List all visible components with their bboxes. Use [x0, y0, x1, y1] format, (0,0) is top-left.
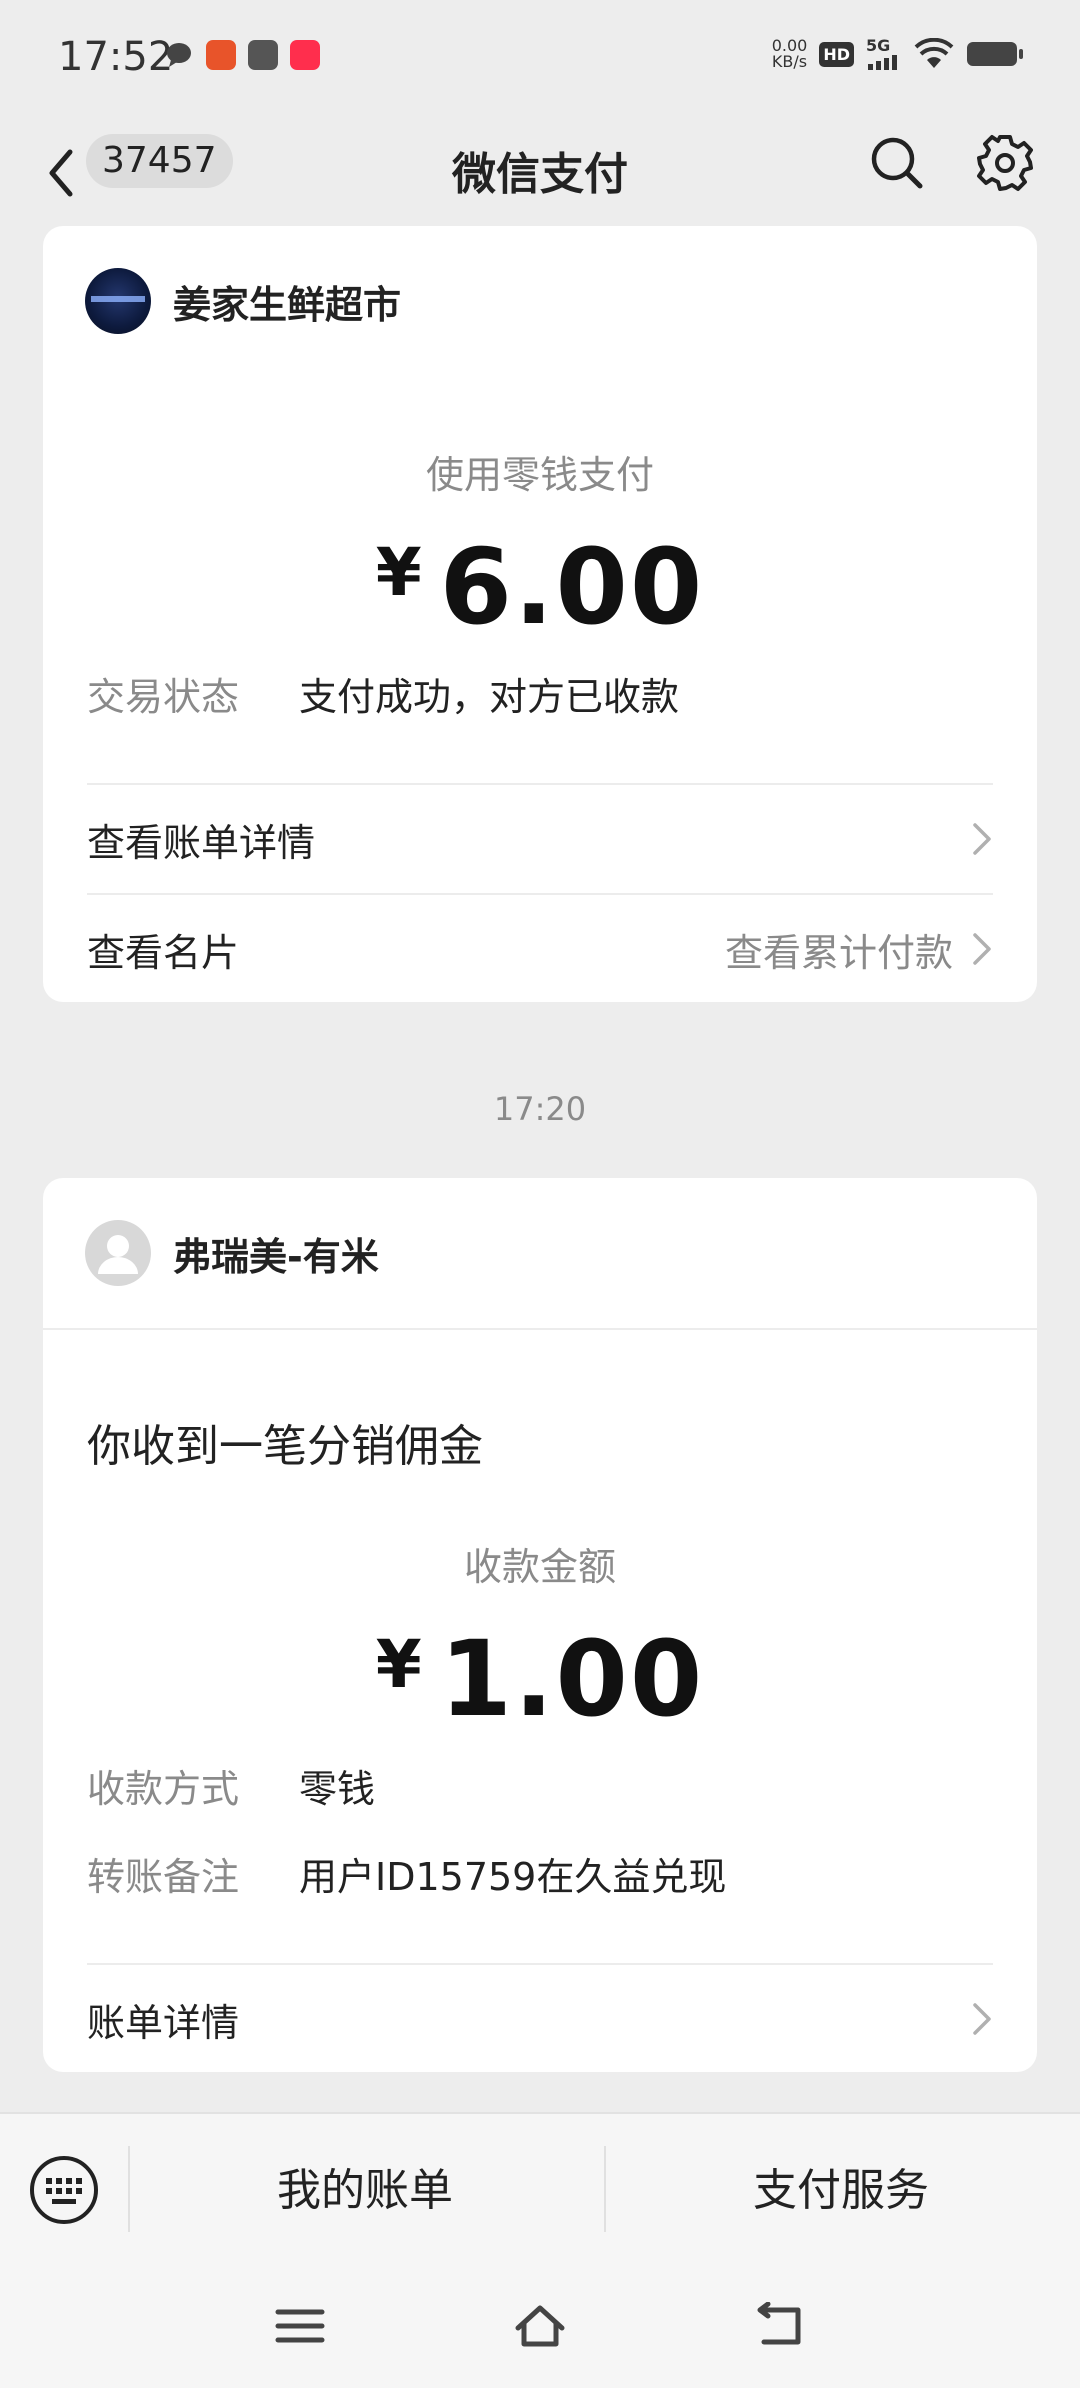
hd-badge: HD — [819, 41, 854, 67]
view-cumulative-label: 查看累计付款 — [724, 930, 953, 975]
commission-amount: ¥1.00 — [43, 1618, 1037, 1740]
system-navigation-bar — [0, 2262, 1080, 2388]
payment-card: 姜家生鲜超市 使用零钱支付 ¥6.00 交易状态 支付成功，对方已收款 查看账单… — [43, 226, 1037, 1002]
status-indicators: 0.00 KB/s HD 5G — [772, 38, 1024, 70]
signal-icon: 5G — [866, 38, 902, 70]
search-icon[interactable] — [866, 132, 926, 192]
view-card-label: 查看名片 — [87, 930, 240, 975]
divider — [43, 1328, 1037, 1330]
home-icon[interactable] — [514, 2302, 566, 2350]
sender-name: 弗瑞美-有米 — [173, 1234, 379, 1279]
view-bill-details-label: 查看账单详情 — [87, 820, 316, 865]
person-icon — [98, 1235, 138, 1274]
transfer-remark-value: 用户ID15759在久益兑现 — [299, 1855, 727, 1899]
keyboard-icon[interactable] — [28, 2154, 100, 2226]
amount-label: 收款金额 — [463, 1545, 616, 1589]
receive-method-value: 零钱 — [299, 1767, 376, 1811]
amount-value: 1.00 — [439, 1618, 705, 1740]
payment-method: 使用零钱支付 — [425, 453, 654, 497]
currency-symbol: ¥ — [375, 1626, 422, 1703]
gear-icon[interactable] — [974, 132, 1036, 194]
nav-bar: 37457 微信支付 — [0, 118, 1080, 228]
receive-method-row: 收款方式 零钱 — [87, 1758, 375, 1813]
merchant-header[interactable]: 姜家生鲜超市 — [85, 268, 401, 334]
pay-services-button[interactable]: 支付服务 — [606, 2154, 1076, 2218]
status-time: 17:52 — [58, 34, 174, 80]
transfer-remark-label: 转账备注 — [87, 1855, 240, 1899]
merchant-name: 姜家生鲜超市 — [173, 282, 402, 327]
status-value: 支付成功，对方已收款 — [299, 675, 680, 719]
status-label: 交易状态 — [87, 675, 240, 719]
bottom-menu-bar: 我的账单 支付服务 — [0, 2112, 1080, 2264]
notification-icons — [164, 40, 320, 70]
commission-notice: 你收到一笔分销佣金 — [87, 1421, 483, 1472]
sender-header[interactable]: 弗瑞美-有米 — [85, 1220, 379, 1286]
amount-value: 6.00 — [439, 526, 705, 648]
chevron-right-icon — [973, 933, 991, 965]
network-type: 5G — [866, 36, 891, 55]
chat-bubble-icon — [167, 43, 191, 67]
app-notification-icon — [248, 40, 278, 70]
view-cumulative-link[interactable]: 查看累计付款 — [725, 922, 993, 977]
view-card-row[interactable]: 查看名片 查看累计付款 — [87, 894, 993, 1002]
view-bill-details-row[interactable]: 查看账单详情 — [87, 784, 993, 894]
network-speed: 0.00 KB/s — [772, 38, 808, 70]
menu-icon[interactable] — [274, 2302, 326, 2350]
commission-card: 弗瑞美-有米 你收到一笔分销佣金 收款金额 ¥1.00 收款方式 零钱 转账备注… — [43, 1178, 1037, 2072]
app-notification-icon — [290, 40, 320, 70]
merchant-avatar — [85, 268, 151, 334]
transfer-remark-row: 转账备注 用户ID15759在久益兑现 — [87, 1846, 726, 1901]
payment-amount: ¥6.00 — [43, 526, 1037, 648]
chevron-right-icon — [973, 2003, 991, 2035]
bill-details-row[interactable]: 账单详情 — [87, 1964, 993, 2072]
avatar — [85, 1220, 151, 1286]
receive-method-label: 收款方式 — [87, 1767, 240, 1811]
currency-symbol: ¥ — [375, 534, 422, 611]
message-timestamp: 17:20 — [493, 1090, 587, 1128]
bill-details-label: 账单详情 — [87, 2000, 240, 2045]
my-bills-button[interactable]: 我的账单 — [130, 2154, 600, 2218]
network-speed-unit: KB/s — [771, 52, 808, 71]
wifi-icon — [914, 38, 954, 68]
status-bar: 17:52 0.00 KB/s HD 5G — [0, 0, 1080, 118]
app-notification-icon — [206, 40, 236, 70]
chevron-right-icon — [973, 823, 991, 855]
battery-icon — [967, 42, 1023, 66]
transaction-status-row: 交易状态 支付成功，对方已收款 — [87, 666, 679, 721]
back-arrow-icon[interactable] — [754, 2302, 806, 2350]
